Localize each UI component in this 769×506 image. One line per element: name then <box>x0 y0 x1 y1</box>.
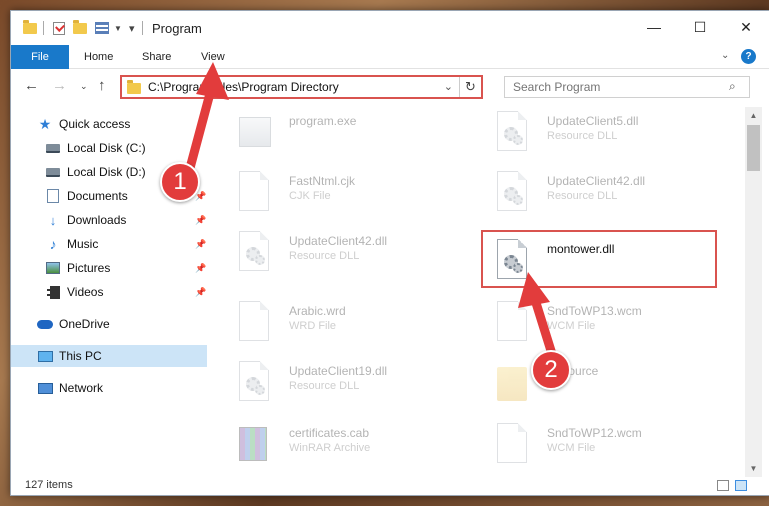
pin-icon[interactable]: 📌 <box>195 239 206 250</box>
archive-icon <box>239 423 273 465</box>
sidebar-item-network[interactable]: Network <box>11 377 207 399</box>
status-bar: 127 items <box>11 477 769 495</box>
scroll-down-icon[interactable]: ▼ <box>745 460 762 477</box>
computer-icon <box>37 349 53 363</box>
sidebar-item-this-pc[interactable]: This PC <box>11 345 207 367</box>
properties-check-icon[interactable] <box>53 20 65 36</box>
documents-icon <box>45 189 61 203</box>
dll-file-icon <box>239 231 273 273</box>
window-title: Program <box>152 21 202 36</box>
tab-view[interactable]: View <box>201 45 225 69</box>
file-item[interactable]: certificates.cab WinRAR Archive <box>219 419 457 471</box>
large-icons-view-icon[interactable] <box>735 480 747 491</box>
folder-icon <box>127 80 141 94</box>
search-input[interactable] <box>504 76 750 98</box>
file-item[interactable]: program.exe <box>219 107 457 159</box>
file-item[interactable]: SndToWP12.wcm WCM File <box>477 419 715 471</box>
pin-icon[interactable]: 📌 <box>195 287 206 298</box>
drive-icon <box>45 141 61 155</box>
cloud-icon <box>37 317 53 331</box>
pin-icon[interactable]: 📌 <box>195 215 206 226</box>
sidebar-item-local-disk-c[interactable]: Local Disk (C:) <box>11 137 207 159</box>
ribbon-tabs: File Home Share View ⌄ ? <box>11 45 769 69</box>
file-item[interactable]: UpdateClient42.dll Resource DLL <box>219 227 457 279</box>
network-icon <box>37 381 53 395</box>
address-path: C:\Program Files\Program Directory <box>148 80 339 94</box>
tab-share[interactable]: Share <box>142 45 171 69</box>
title-bar: ▼ ▾ Program — ☐ ✕ <box>11 11 769 45</box>
help-icon[interactable]: ? <box>741 49 756 64</box>
drive-icon <box>45 165 61 179</box>
sidebar-item-quick-access[interactable]: ★ Quick access <box>11 113 207 135</box>
file-item[interactable]: UpdateClient5.dll Resource DLL <box>477 107 715 159</box>
expand-ribbon-icon[interactable]: ⌄ <box>721 50 729 61</box>
maximize-button[interactable]: ☐ <box>677 11 723 43</box>
customize-toolbar-icon[interactable]: ▾ <box>129 20 135 36</box>
blank-file-icon <box>239 301 273 343</box>
sidebar-item-downloads[interactable]: ↓ Downloads 📌 <box>11 209 207 231</box>
star-icon: ★ <box>38 115 52 132</box>
folder-icon <box>23 19 37 36</box>
pictures-icon <box>45 261 61 275</box>
chevron-down-icon[interactable]: ⌄ <box>444 80 453 93</box>
tab-home[interactable]: Home <box>84 45 113 69</box>
recent-locations-icon[interactable]: ⌄ <box>80 81 88 92</box>
separator <box>43 21 44 35</box>
dll-file-icon <box>497 171 531 213</box>
explorer-window: ▼ ▾ Program — ☐ ✕ File Home Share View ⌄… <box>10 10 769 496</box>
executable-icon <box>239 111 273 153</box>
sidebar-item-pictures[interactable]: Pictures 📌 <box>11 257 207 279</box>
file-item[interactable]: SndToWP13.wcm WCM File <box>477 297 715 349</box>
dll-file-icon <box>239 361 273 403</box>
scroll-thumb[interactable] <box>747 125 760 171</box>
details-view-icon[interactable] <box>717 480 729 491</box>
download-icon: ↓ <box>49 212 57 228</box>
forward-arrow-icon[interactable]: → <box>52 77 67 94</box>
minimize-button[interactable]: — <box>631 11 677 43</box>
scroll-up-icon[interactable]: ▲ <box>745 107 762 124</box>
separator <box>142 21 143 35</box>
chevron-down-icon[interactable]: ▼ <box>114 20 122 36</box>
sidebar-item-videos[interactable]: Videos 📌 <box>11 281 207 303</box>
sidebar-item-onedrive[interactable]: OneDrive <box>11 313 207 335</box>
blank-file-icon <box>497 423 531 465</box>
file-item[interactable]: UpdateClient19.dll Resource DLL <box>219 357 457 409</box>
close-button[interactable]: ✕ <box>723 11 769 43</box>
music-icon: ♪ <box>49 236 57 252</box>
file-item[interactable]: Resource <box>477 357 715 409</box>
blank-file-icon <box>239 171 273 213</box>
search-icon: ⌕ <box>729 79 736 93</box>
file-list: program.exe UpdateClient5.dll Resource D… <box>219 107 744 477</box>
refresh-icon[interactable]: ↻ <box>459 77 481 97</box>
item-count: 127 items <box>25 479 73 491</box>
file-item[interactable]: Arabic.wrd WRD File <box>219 297 457 349</box>
file-item[interactable]: FastNtml.cjk CJK File <box>219 167 457 219</box>
new-folder-icon[interactable] <box>73 19 87 36</box>
file-item[interactable]: UpdateClient42.dll Resource DLL <box>477 167 715 219</box>
folder-icon <box>497 361 531 403</box>
vertical-scrollbar[interactable]: ▲ ▼ <box>745 107 762 477</box>
address-bar[interactable]: C:\Program Files\Program Directory ⌄ ↻ <box>120 75 483 99</box>
up-arrow-icon[interactable]: ↑ <box>98 77 106 94</box>
dll-file-icon <box>497 111 531 153</box>
file-highlight-box <box>481 230 717 288</box>
callout-badge-one: 1 <box>160 162 200 202</box>
blank-file-icon <box>497 301 531 343</box>
videos-icon <box>45 285 61 299</box>
properties-icon[interactable] <box>95 20 109 36</box>
pin-icon[interactable]: 📌 <box>195 263 206 274</box>
tab-file[interactable]: File <box>11 45 69 69</box>
back-arrow-icon[interactable]: ← <box>24 77 39 94</box>
callout-badge-two: 2 <box>531 350 571 390</box>
sidebar-item-music[interactable]: ♪ Music 📌 <box>11 233 207 255</box>
navigation-bar: ← → ⌄ ↑ C:\Program Files\Program Directo… <box>11 71 769 101</box>
